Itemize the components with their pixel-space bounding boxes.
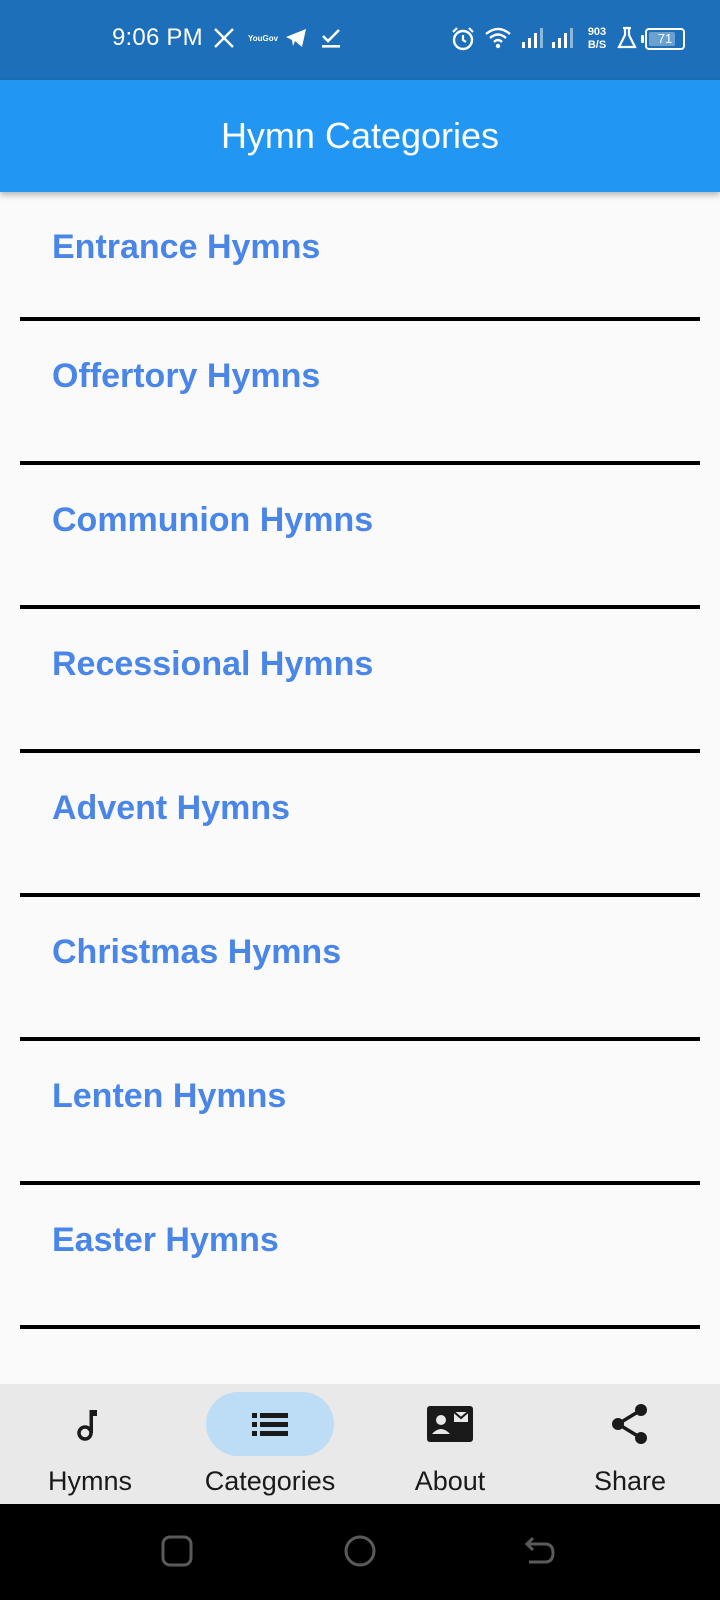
list-item-label: Recessional Hymns bbox=[52, 645, 374, 683]
wifi-icon bbox=[484, 26, 512, 55]
nav-item-about[interactable]: About bbox=[360, 1384, 540, 1504]
net-speed: 903 B/S bbox=[584, 26, 610, 52]
page-title: Hymn Categories bbox=[220, 115, 500, 156]
nav-label: Categories bbox=[204, 1466, 336, 1496]
bottom-nav: Hymns Categories About Share bbox=[0, 1384, 720, 1504]
list-item-recessional-hymns[interactable]: Recessional Hymns bbox=[20, 609, 700, 753]
net-speed-unit: B/S bbox=[587, 39, 607, 51]
list-item-christmas-hymns[interactable]: Christmas Hymns bbox=[20, 897, 700, 1041]
list-item-easter-hymns[interactable]: Easter Hymns bbox=[20, 1185, 700, 1329]
status-bar: 9:06 PM YouGov 903 B/S 71 bbox=[0, 0, 720, 80]
signal-icon bbox=[520, 26, 544, 55]
nav-item-hymns[interactable]: Hymns bbox=[0, 1384, 180, 1504]
music-note-icon bbox=[66, 1400, 114, 1448]
list-item-label: Offertory Hymns bbox=[52, 357, 321, 395]
share-icon bbox=[606, 1400, 654, 1448]
alarm-icon bbox=[450, 26, 476, 57]
list-item-communion-hymns[interactable]: Communion Hymns bbox=[20, 465, 700, 609]
signal-icon bbox=[550, 26, 574, 55]
list-item-entrance-hymns[interactable]: Entrance Hymns bbox=[20, 192, 700, 321]
list-icon bbox=[246, 1400, 294, 1448]
nav-label: Hymns bbox=[47, 1466, 132, 1496]
list-item-label: Christmas Hymns bbox=[52, 933, 342, 971]
nav-label: About bbox=[414, 1466, 486, 1496]
app-bar: Hymn Categories bbox=[0, 80, 720, 192]
nav-item-share[interactable]: Share bbox=[540, 1384, 720, 1504]
list-item-offertory-hymns[interactable]: Offertory Hymns bbox=[20, 321, 700, 465]
check-icon bbox=[320, 26, 342, 55]
battery-level: 71 bbox=[657, 31, 673, 46]
lab-icon bbox=[616, 26, 638, 55]
list-item-advent-hymns[interactable]: Advent Hymns bbox=[20, 753, 700, 897]
nav-item-categories[interactable]: Categories bbox=[180, 1384, 360, 1504]
list-item-label: Entrance Hymns bbox=[52, 228, 321, 266]
status-time: 9:06 PM bbox=[112, 24, 203, 51]
category-list[interactable]: Entrance Hymns Offertory Hymns Communion… bbox=[0, 192, 720, 1329]
list-item-label: Communion Hymns bbox=[52, 501, 374, 539]
battery-icon: 71 bbox=[641, 28, 685, 50]
yougov-icon: YouGov bbox=[248, 34, 279, 43]
home-button[interactable] bbox=[343, 1534, 377, 1573]
net-speed-value: 903 bbox=[587, 26, 607, 38]
recents-button[interactable] bbox=[160, 1534, 194, 1573]
system-nav bbox=[0, 1504, 720, 1600]
back-button[interactable] bbox=[523, 1534, 557, 1573]
list-item-lenten-hymns[interactable]: Lenten Hymns bbox=[20, 1041, 700, 1185]
list-item-label: Advent Hymns bbox=[52, 789, 291, 827]
x-icon bbox=[212, 26, 236, 55]
contact-card-icon bbox=[426, 1400, 474, 1448]
telegram-icon bbox=[284, 26, 308, 55]
list-item-label: Easter Hymns bbox=[52, 1221, 279, 1259]
nav-label: Share bbox=[593, 1466, 667, 1496]
list-item-label: Lenten Hymns bbox=[52, 1077, 287, 1115]
